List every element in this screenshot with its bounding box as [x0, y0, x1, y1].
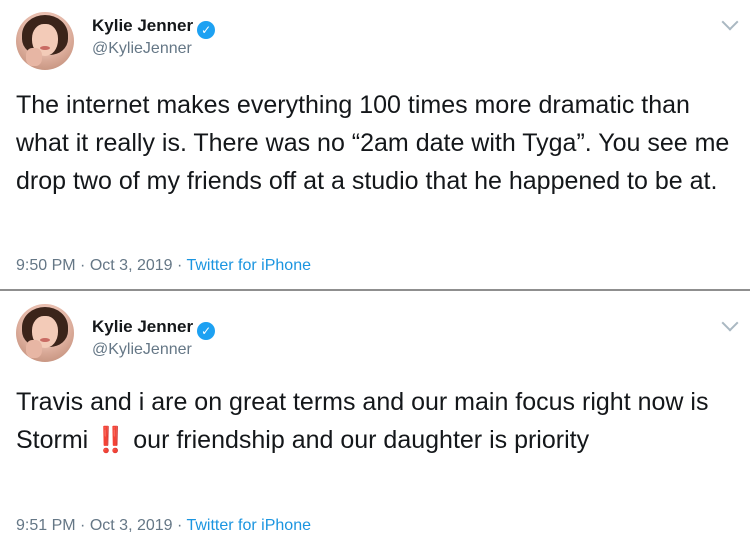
user-handle[interactable]: @KylieJenner — [92, 40, 192, 58]
tweet-text: Travis and i are on great terms and our … — [16, 383, 741, 459]
display-name-text[interactable]: Kylie Jenner — [92, 317, 193, 336]
double-exclamation-emoji: ‼️ — [95, 426, 127, 454]
display-name[interactable]: Kylie Jenner ✓ — [92, 16, 216, 39]
tweet-source-link[interactable]: Twitter for iPhone — [186, 257, 311, 274]
avatar-hand — [26, 340, 42, 358]
avatar-hand — [26, 48, 42, 66]
avatar-lips — [40, 338, 50, 342]
display-name-text[interactable]: Kylie Jenner — [92, 16, 193, 35]
avatar-lips — [40, 46, 50, 50]
avatar[interactable] — [16, 12, 74, 70]
tweet-meta: 9:50 PM · Oct 3, 2019 · Twitter for iPho… — [16, 257, 311, 275]
meta-separator: · — [80, 517, 86, 534]
display-name[interactable]: Kylie Jenner ✓ — [92, 317, 216, 340]
tweet-source-link[interactable]: Twitter for iPhone — [186, 517, 311, 534]
verified-badge-icon: ✓ — [197, 322, 216, 340]
tweet-time[interactable]: 9:51 PM — [16, 517, 76, 534]
user-handle[interactable]: @KylieJenner — [92, 341, 192, 359]
verified-badge-icon: ✓ — [197, 21, 216, 39]
meta-separator: · — [177, 517, 183, 534]
tweet-date[interactable]: Oct 3, 2019 — [90, 517, 173, 534]
tweet-text: The internet makes everything 100 times … — [16, 91, 730, 195]
tweet-text-part-2: our friendship and our daughter is prior… — [126, 426, 590, 454]
tweet-date[interactable]: Oct 3, 2019 — [90, 257, 173, 274]
meta-separator: · — [80, 257, 86, 274]
meta-separator: · — [177, 257, 183, 274]
chevron-down-icon[interactable] — [721, 13, 739, 31]
tweet-divider — [0, 289, 750, 291]
tweet-time[interactable]: 9:50 PM — [16, 257, 76, 274]
tweet-1[interactable]: Kylie Jenner ✓ @KylieJenner The internet … — [0, 0, 750, 289]
tweet-meta: 9:51 PM · Oct 3, 2019 · Twitter for iPho… — [16, 517, 311, 535]
avatar[interactable] — [16, 304, 74, 362]
